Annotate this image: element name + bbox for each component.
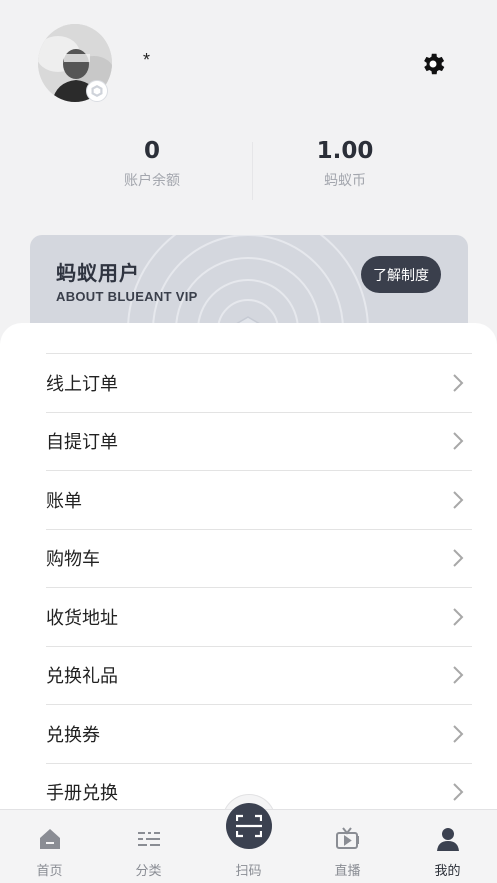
tab-label: 扫码: [235, 864, 262, 879]
scan-button[interactable]: [226, 803, 272, 849]
person-icon: [435, 826, 461, 852]
menu-item-pickup-orders[interactable]: 自提订单: [46, 413, 472, 471]
menu-item-label: 手册兑换: [46, 783, 118, 805]
menu-item-label: 线上订单: [46, 373, 118, 395]
tab-label: 分类: [135, 864, 162, 879]
chevron-right-icon: [444, 431, 472, 451]
menu-item-label: 自提订单: [46, 432, 118, 454]
tab-live[interactable]: 直播: [298, 810, 397, 883]
tab-label: 首页: [36, 864, 63, 879]
menu-item-label: 兑换礼品: [46, 666, 118, 688]
menu-item-vouchers[interactable]: 兑换券: [46, 705, 472, 764]
home-icon: [37, 826, 63, 852]
chevron-right-icon: [444, 724, 472, 744]
stats-divider: [252, 142, 253, 200]
menu-item-cart[interactable]: 购物车: [46, 530, 472, 588]
chevron-right-icon: [444, 373, 472, 393]
menu-item-label: 收货地址: [46, 607, 118, 629]
menu-item-label: 兑换券: [46, 724, 100, 746]
chevron-right-icon: [444, 665, 472, 685]
coins-value: 1.00: [316, 138, 374, 164]
chevron-right-icon: [444, 607, 472, 627]
vip-card[interactable]: 蚂蚁用户 ABOUT BLUEANT VIP 了解制度: [30, 235, 468, 335]
chevron-right-icon: [444, 490, 472, 510]
menu-item-online-orders[interactable]: 线上订单: [46, 354, 472, 413]
tab-home[interactable]: 首页: [0, 810, 99, 883]
tab-category[interactable]: 分类: [99, 810, 198, 883]
menu-item-bills[interactable]: 账单: [46, 471, 472, 530]
chevron-right-icon: [444, 782, 472, 802]
balance-label: 账户余额: [124, 173, 180, 189]
tab-label: 直播: [334, 864, 361, 879]
verified-badge-icon: [86, 80, 108, 102]
balance-stat[interactable]: 0 账户余额: [52, 138, 252, 190]
vip-learn-more-button[interactable]: 了解制度: [361, 256, 441, 293]
coins-label: 蚂蚁币: [324, 173, 366, 189]
menu-item-label: 购物车: [46, 549, 100, 571]
menu-item-address[interactable]: 收货地址: [46, 588, 472, 647]
tab-label: 我的: [434, 864, 461, 879]
scan-icon: [236, 814, 262, 838]
coins-stat[interactable]: 1.00 蚂蚁币: [245, 138, 445, 190]
menu-list: 线上订单 自提订单 账单 购物车 收货地址 兑换礼品 兑换券 手册兑换: [46, 353, 472, 822]
vip-subtitle: ABOUT BLUEANT VIP: [56, 289, 198, 304]
balance-value: 0: [143, 138, 160, 164]
chevron-right-icon: [444, 548, 472, 568]
tab-mine[interactable]: 我的: [398, 810, 497, 883]
menu-item-label: 账单: [46, 490, 82, 512]
stats-row: 0 账户余额 1.00 蚂蚁币: [0, 138, 497, 208]
vip-title: 蚂蚁用户: [56, 261, 140, 285]
nickname: *: [143, 50, 151, 70]
category-icon: [136, 826, 162, 852]
menu-item-redeem-gifts[interactable]: 兑换礼品: [46, 647, 472, 705]
live-tv-icon: [335, 826, 361, 852]
settings-gear-icon[interactable]: [419, 50, 447, 78]
